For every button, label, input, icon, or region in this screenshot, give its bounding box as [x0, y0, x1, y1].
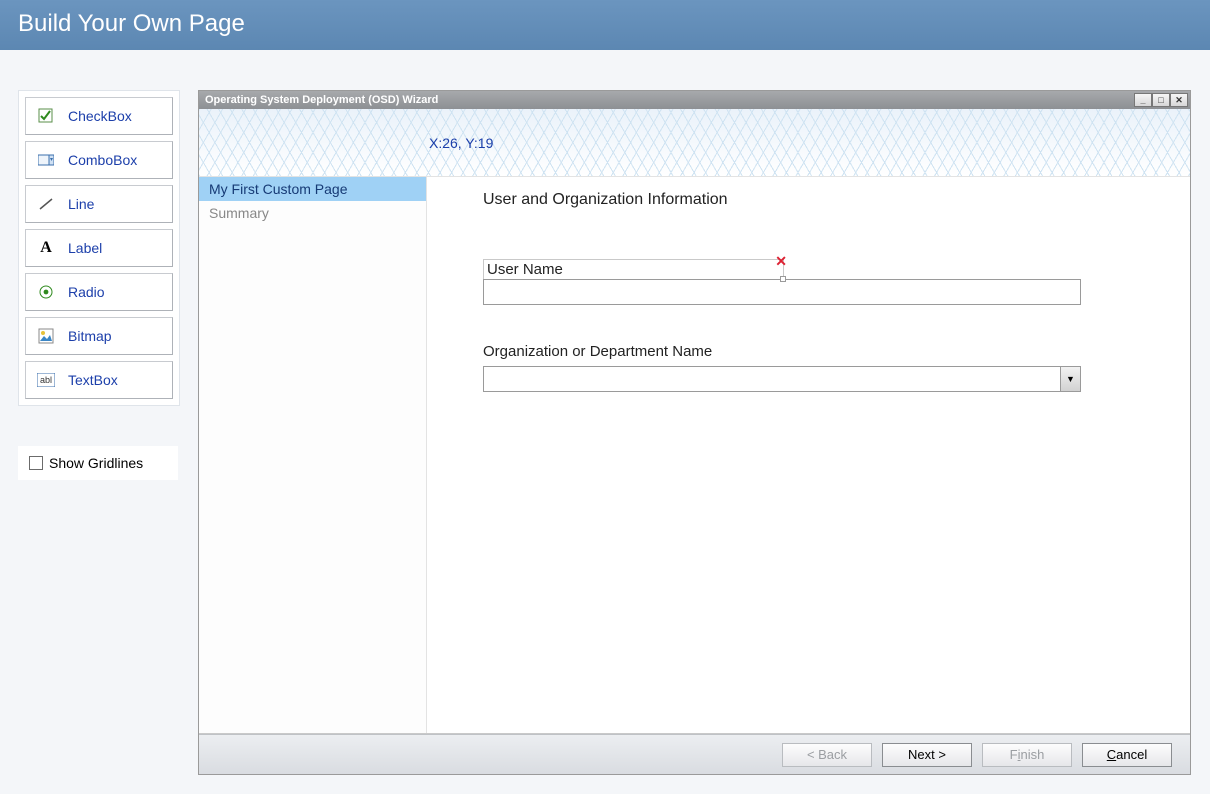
back-button[interactable]: < Back — [782, 743, 872, 767]
tool-label[interactable]: A Label — [25, 229, 173, 267]
tool-label: Label — [68, 240, 102, 256]
left-column: CheckBox ComboBox Line A Label — [18, 90, 180, 480]
username-label-box[interactable]: User Name ✕ — [483, 259, 784, 279]
combobox-icon — [36, 152, 56, 168]
checkbox-icon — [29, 456, 43, 470]
label-icon: A — [36, 239, 56, 257]
tool-bitmap[interactable]: Bitmap — [25, 317, 173, 355]
tool-textbox[interactable]: abl TextBox — [25, 361, 173, 399]
org-combobox[interactable]: ▼ — [483, 366, 1081, 392]
wizard-body: My First Custom Page Summary User and Or… — [199, 176, 1190, 734]
show-gridlines-option[interactable]: Show Gridlines — [18, 446, 178, 480]
close-button[interactable]: ✕ — [1170, 93, 1188, 107]
page-title: Build Your Own Page — [0, 0, 1210, 50]
line-icon — [36, 196, 56, 212]
tool-line[interactable]: Line — [25, 185, 173, 223]
wizard-step-summary[interactable]: Summary — [199, 201, 426, 225]
main-layout: CheckBox ComboBox Line A Label — [0, 50, 1210, 794]
delete-marker-icon[interactable]: ✕ — [775, 253, 787, 270]
org-label: Organization or Department Name — [483, 343, 1134, 360]
radio-icon — [36, 284, 56, 300]
cancel-button[interactable]: Cancel — [1082, 743, 1172, 767]
tool-label: Radio — [68, 284, 105, 300]
username-label: User Name — [487, 261, 563, 278]
minimize-button[interactable]: _ — [1134, 93, 1152, 107]
toolbox: CheckBox ComboBox Line A Label — [18, 90, 180, 406]
section-title: User and Organization Information — [483, 191, 1134, 209]
svg-text:abl: abl — [40, 375, 52, 385]
wizard-title: Operating System Deployment (OSD) Wizard — [205, 94, 438, 106]
tool-label: Bitmap — [68, 328, 112, 344]
org-combobox-input[interactable] — [484, 367, 1060, 391]
chevron-down-icon[interactable]: ▼ — [1060, 367, 1080, 391]
wizard-banner: X:26, Y:19 — [199, 109, 1190, 176]
tool-combobox[interactable]: ComboBox — [25, 141, 173, 179]
maximize-button[interactable]: □ — [1152, 93, 1170, 107]
finish-button[interactable]: Finish — [982, 743, 1072, 767]
tool-label: ComboBox — [68, 152, 137, 168]
tool-label: TextBox — [68, 372, 118, 388]
tool-radio[interactable]: Radio — [25, 273, 173, 311]
wizard-steps: My First Custom Page Summary — [199, 177, 427, 733]
wizard-step-custom-page[interactable]: My First Custom Page — [199, 177, 426, 201]
wizard-window: Operating System Deployment (OSD) Wizard… — [198, 90, 1191, 775]
tool-checkbox[interactable]: CheckBox — [25, 97, 173, 135]
show-gridlines-label: Show Gridlines — [49, 455, 143, 471]
tool-label: Line — [68, 196, 94, 212]
wizard-content: User and Organization Information User N… — [427, 177, 1190, 733]
username-input[interactable] — [483, 279, 1081, 305]
textbox-icon: abl — [36, 373, 56, 387]
resize-handle-icon[interactable] — [780, 276, 786, 282]
bitmap-icon — [36, 328, 56, 344]
wizard-titlebar[interactable]: Operating System Deployment (OSD) Wizard… — [199, 91, 1190, 109]
wizard-footer: < Back Next > Finish Cancel — [199, 734, 1190, 774]
tool-label: CheckBox — [68, 108, 132, 124]
coordinate-readout: X:26, Y:19 — [429, 135, 493, 151]
checkbox-icon — [36, 108, 56, 124]
next-button[interactable]: Next > — [882, 743, 972, 767]
